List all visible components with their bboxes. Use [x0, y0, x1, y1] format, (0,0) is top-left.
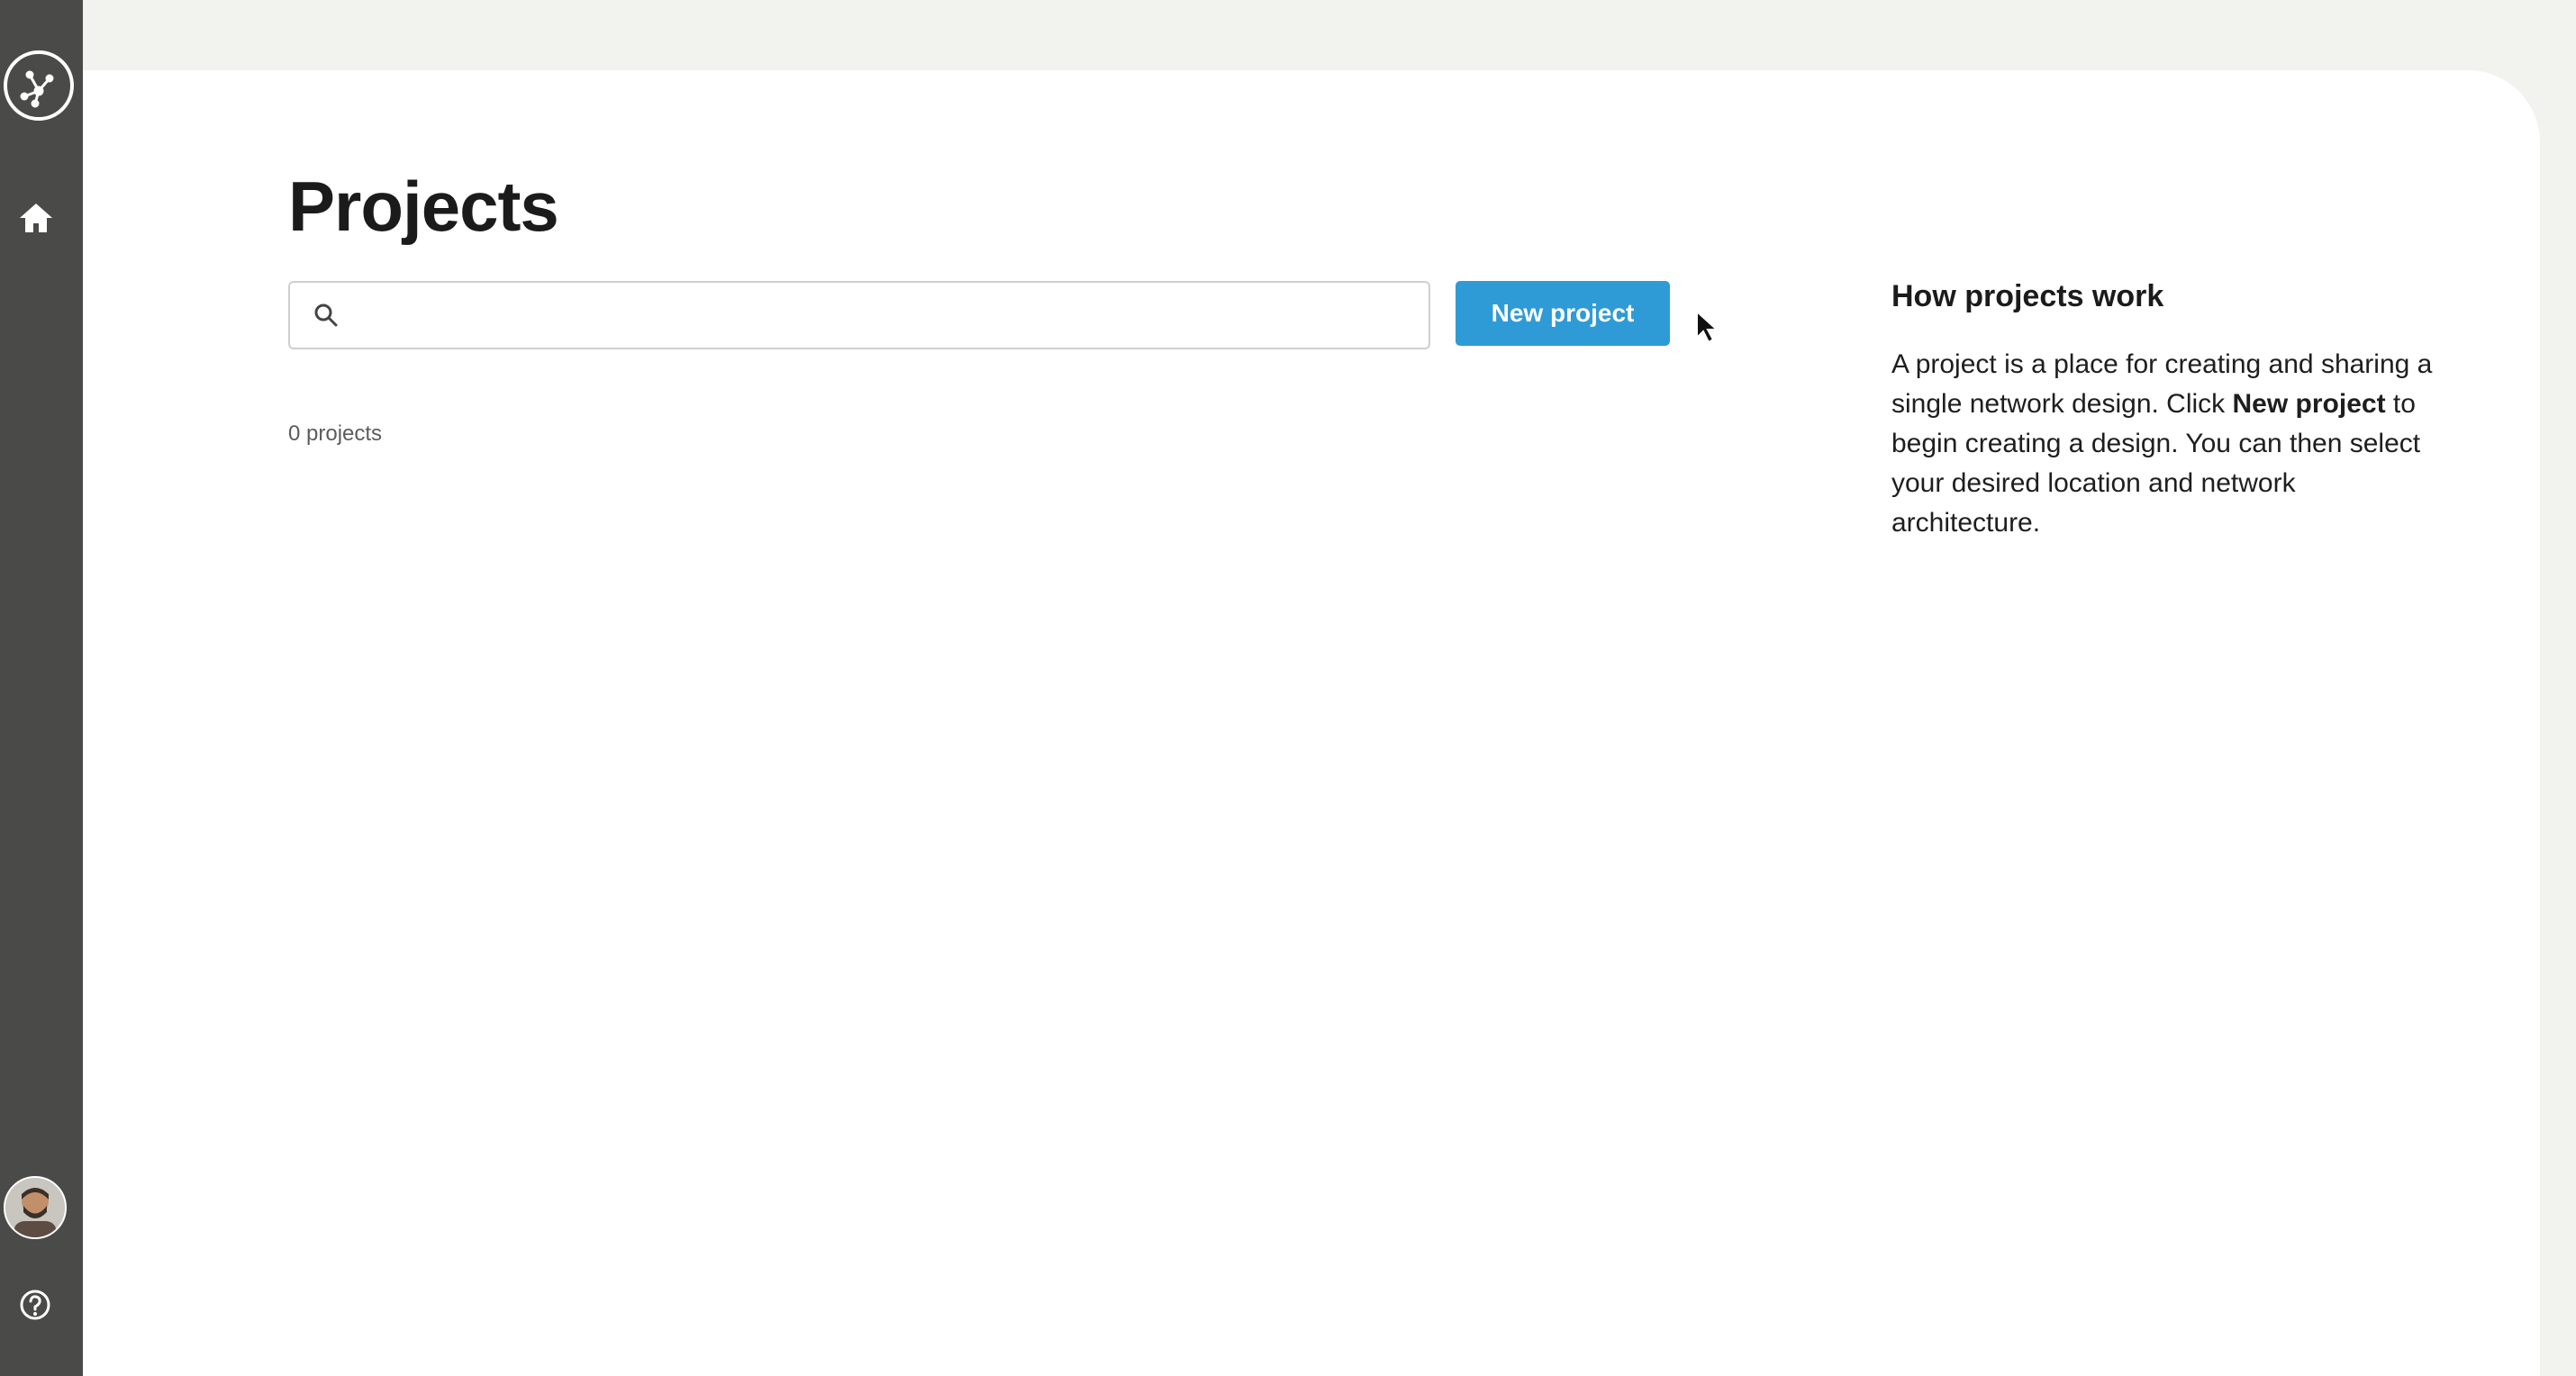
main-area: Projects New project 0 projects How proj…	[83, 0, 2576, 1376]
search-icon	[312, 301, 340, 330]
help-icon-svg	[20, 1290, 50, 1320]
search-icon-svg	[314, 303, 338, 327]
user-avatar[interactable]	[4, 1176, 67, 1239]
help-heading: How projects work	[1891, 279, 2164, 313]
network-logo-svg	[20, 70, 54, 108]
help-description: A project is a place for creating and sh…	[1891, 345, 2450, 543]
project-search-box[interactable]	[288, 281, 1430, 349]
page-title: Projects	[288, 167, 559, 246]
new-project-button[interactable]: New project	[1456, 281, 1670, 346]
projects-content: Projects New project 0 projects How proj…	[83, 70, 2540, 1376]
home-icon-svg	[20, 204, 52, 232]
mouse-cursor-svg	[1696, 309, 1719, 344]
help-icon[interactable]	[18, 1288, 52, 1322]
help-text-bold: New project	[2232, 389, 2386, 419]
mouse-cursor-icon	[1695, 309, 1720, 344]
help-panel: How projects work A project is a place f…	[1891, 279, 2450, 543]
home-icon[interactable]	[18, 202, 54, 234]
project-count: 0 projects	[288, 421, 383, 446]
avatar-image	[5, 1178, 65, 1237]
sidebar	[0, 0, 83, 1376]
app-shell: Projects New project 0 projects How proj…	[0, 0, 2576, 1376]
search-input[interactable]	[357, 288, 1429, 342]
network-logo-icon[interactable]	[4, 50, 74, 121]
